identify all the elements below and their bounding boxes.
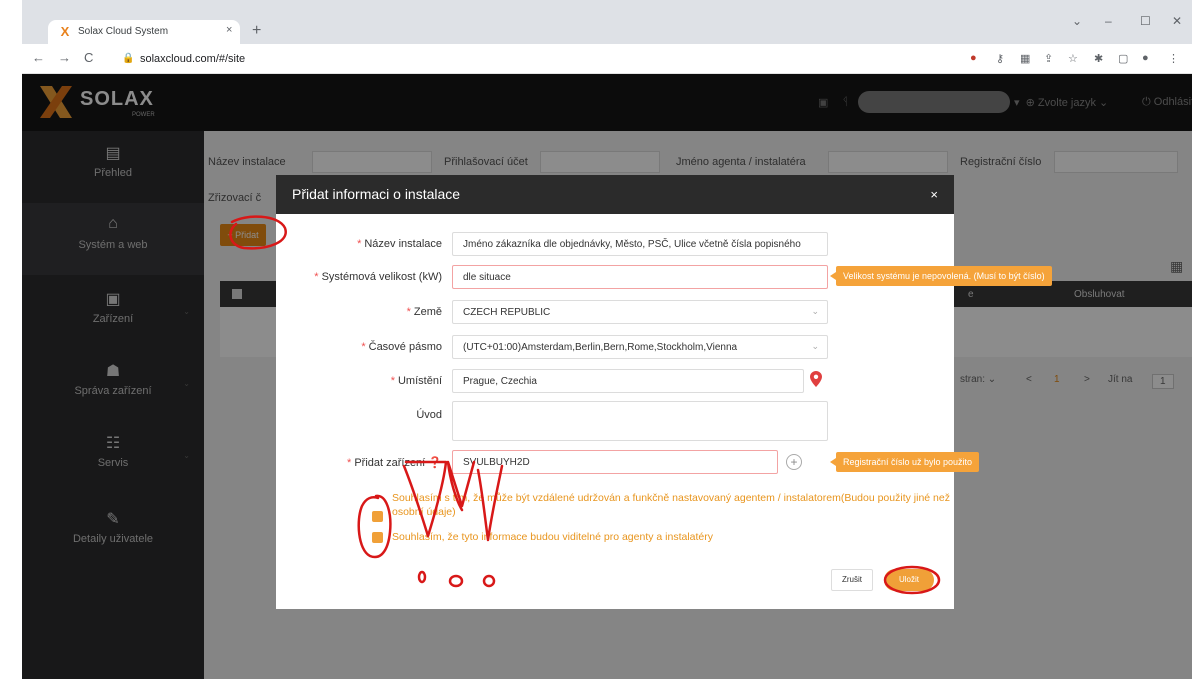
add-device-plus-icon[interactable]: + <box>786 454 802 470</box>
chevron-down-icon: ⌄ <box>811 306 819 316</box>
consent-visibility-checkbox[interactable] <box>372 532 383 543</box>
cancel-button[interactable]: Zrušit <box>831 569 873 591</box>
installation-name-input[interactable]: Jméno zákazníka dle objednávky, Město, P… <box>452 232 828 256</box>
dialog-title: Přidat informaci o instalace <box>292 186 461 202</box>
new-tab-button[interactable]: + <box>252 22 261 40</box>
system-size-label-text: Systémová velikost (kW) <box>321 271 442 283</box>
left-margin <box>0 0 22 679</box>
share-icon[interactable]: ⇪ <box>1044 52 1053 65</box>
extensions-puzzle-icon[interactable]: ✱ <box>1094 52 1103 65</box>
tab-title: Solax Cloud System <box>78 26 169 37</box>
password-key-icon[interactable]: ⚷ <box>996 52 1004 65</box>
device-error-tooltip: Registrační číslo už bylo použito <box>829 452 980 472</box>
intro-label: Úvod <box>416 409 442 421</box>
solax-favicon-icon: X <box>60 24 70 39</box>
country-value: CZECH REPUBLIC <box>463 307 551 318</box>
map-pin-icon[interactable] <box>810 371 822 387</box>
bookmark-star-icon[interactable]: ☆ <box>1068 52 1078 65</box>
browser-tabstrip: X Solax Cloud System × + ⌄ – ☐ ✕ <box>22 0 1192 44</box>
lock-icon: 🔒 <box>122 53 135 64</box>
profile-icon[interactable]: ● <box>1142 52 1149 64</box>
system-size-input[interactable]: dle situace <box>452 265 828 289</box>
intro-textarea[interactable] <box>452 401 828 441</box>
add-device-label-text: Přidat zařízení <box>354 457 426 469</box>
country-label: * Země <box>406 306 442 318</box>
browser-tab[interactable]: X Solax Cloud System × <box>48 20 240 44</box>
location-input[interactable]: Prague, Czechia <box>452 369 804 393</box>
chevron-down-icon: ⌄ <box>811 341 819 351</box>
consent-visibility-text: Souhlasím, že tyto informace budou vidit… <box>392 531 714 543</box>
reload-icon[interactable]: C <box>84 50 93 65</box>
timezone-label: * Časové pásmo <box>361 341 442 353</box>
timezone-label-text: Časové pásmo <box>368 341 442 353</box>
location-label: * Umístění <box>390 375 442 387</box>
browser-toolbar: ← → C 🔒 solaxcloud.com/#/site ● ⚷ ▦ ⇪ ☆ … <box>22 44 1192 74</box>
country-select[interactable]: CZECH REPUBLIC ⌄ <box>452 300 828 324</box>
dialog-header: Přidat informaci o instalace × <box>276 175 954 214</box>
close-icon[interactable]: × <box>930 187 938 202</box>
save-button[interactable]: Uložit <box>884 569 934 591</box>
extension-icon[interactable]: ● <box>970 52 977 64</box>
installation-name-label-text: Název instalace <box>364 238 442 250</box>
screen: X Solax Cloud System × + ⌄ – ☐ ✕ ← → C 🔒… <box>0 0 1192 679</box>
location-label-text: Umístění <box>397 375 442 387</box>
back-icon[interactable]: ← <box>32 50 45 65</box>
address-bar[interactable]: solaxcloud.com/#/site <box>140 53 245 65</box>
timezone-value: (UTC+01:00)Amsterdam,Berlin,Bern,Rome,St… <box>463 342 738 353</box>
close-window-icon[interactable]: ✕ <box>1172 14 1182 28</box>
system-size-label: * Systémová velikost (kW) <box>314 271 442 283</box>
help-icon[interactable]: ❓ <box>428 457 442 469</box>
add-device-input[interactable]: SVULBUYH2D <box>452 450 778 474</box>
consent-remote-text: Souhlasím s tím, že může být vzdálené ud… <box>392 492 950 518</box>
tab-search-icon[interactable]: ⌄ <box>1072 14 1082 28</box>
forward-icon[interactable]: → <box>58 50 71 65</box>
side-panel-icon[interactable]: ▢ <box>1118 52 1128 65</box>
consent-remote-checkbox[interactable] <box>372 511 383 522</box>
maximize-icon[interactable]: ☐ <box>1140 14 1151 28</box>
system-size-error-tooltip: Velikost systému je nepovolená. (Musí to… <box>830 266 1052 286</box>
installation-name-label: * Název instalace <box>357 238 442 250</box>
add-device-label: * Přidat zařízení ❓ <box>347 457 442 469</box>
menu-icon[interactable]: ⋮ <box>1168 52 1179 65</box>
country-label-text: Země <box>413 306 442 318</box>
translate-icon[interactable]: ▦ <box>1020 52 1030 65</box>
add-installation-dialog: Přidat informaci o instalace × * Název in… <box>276 175 1052 609</box>
tab-close-icon[interactable]: × <box>226 24 232 36</box>
timezone-select[interactable]: (UTC+01:00)Amsterdam,Berlin,Bern,Rome,St… <box>452 335 828 359</box>
minimize-icon[interactable]: – <box>1105 14 1112 28</box>
